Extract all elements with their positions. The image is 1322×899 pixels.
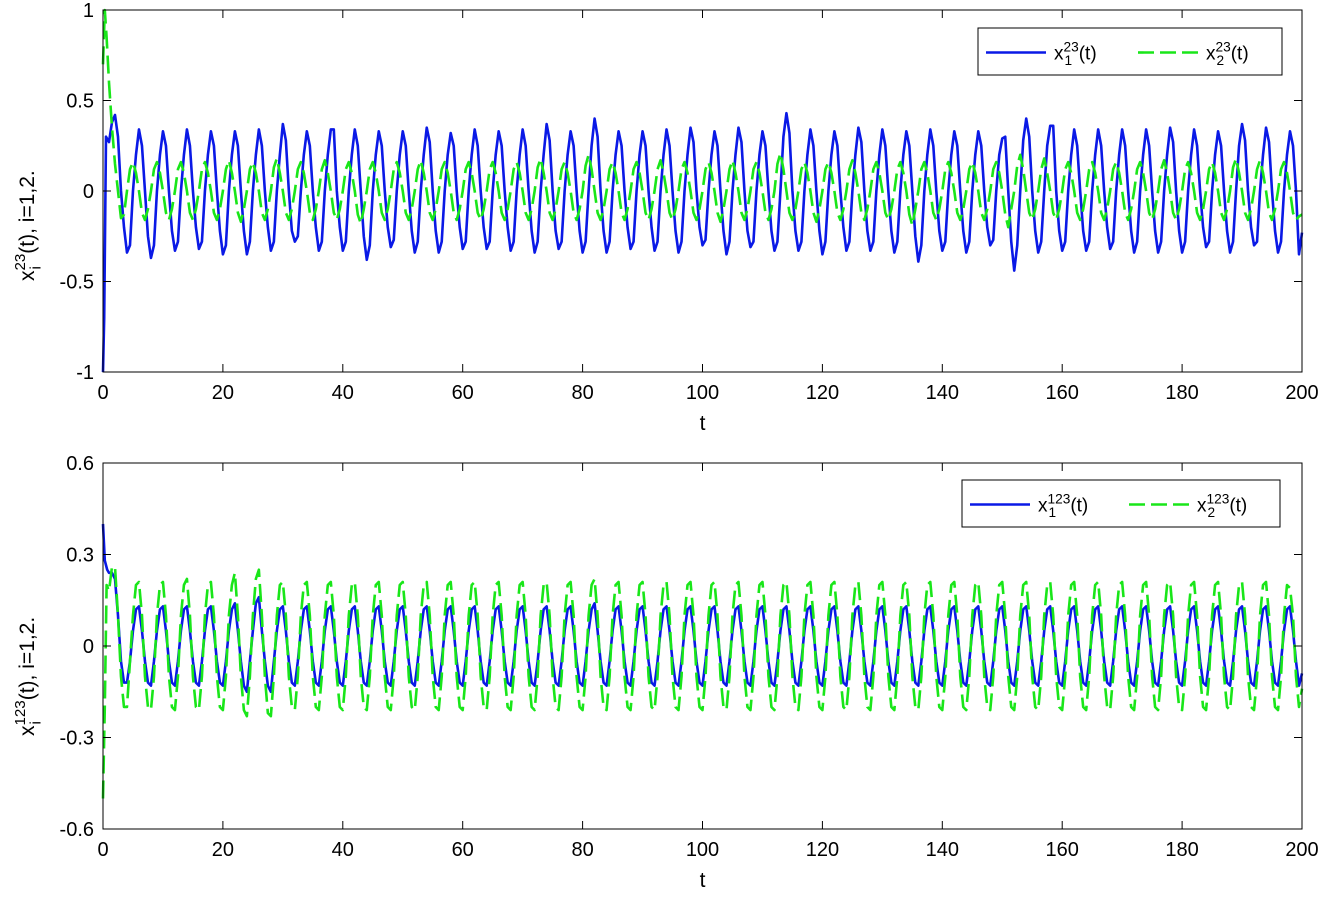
y-tick-label: -1: [76, 362, 94, 384]
y-axis-label: x123(t), i=1,2.i: [12, 617, 44, 736]
x-tick-label: 120: [806, 839, 839, 861]
svg-text:1: 1: [1049, 505, 1057, 520]
x-axis-label: t: [700, 412, 706, 435]
x-tick-label: 100: [686, 382, 719, 404]
x-tick-label: 200: [1285, 382, 1318, 404]
y-tick-label: -0.5: [60, 272, 94, 294]
y-tick-label: -0.6: [60, 819, 94, 841]
legend: x23(t)1 x23(t)2: [977, 27, 1283, 76]
x-tick-label: 160: [1046, 382, 1079, 404]
x-tick-label: 80: [571, 839, 593, 861]
x-tick-label: 80: [571, 382, 593, 404]
figure: 0 20 40 60 80 100 120 140 160 180 200-1-0.500.51tx…: [12, 0, 1319, 892]
x-tick-label: 180: [1165, 839, 1198, 861]
svg-text:i: i: [27, 721, 44, 724]
y-tick-label: 1: [83, 0, 94, 22]
svg-text:x123(t), i=1,2.: x123(t), i=1,2.: [12, 617, 39, 736]
x-tick-label: 60: [452, 839, 474, 861]
chart-panel-2: 0 20 40 60 80 100 120 140 160 180 200 -0.6 -0.3 0 0.3 0…: [12, 453, 1319, 892]
x-tick-label: 180: [1165, 382, 1198, 404]
y-tick-label: 0.5: [66, 91, 94, 113]
series-line-1: [101, 111, 1304, 373]
y-tick-label: -0.3: [60, 728, 94, 750]
svg-text:i: i: [27, 266, 44, 269]
x-axis-label: t: [700, 869, 706, 892]
x-tick-label: 0: [97, 382, 108, 404]
x-tick-label: 100: [686, 839, 719, 861]
x-tick-label: 140: [926, 839, 959, 861]
y-tick-label: 0: [83, 636, 94, 658]
y-axis-label: x23(t), i=1,2.i: [12, 170, 44, 281]
svg-text:1: 1: [1065, 53, 1073, 68]
x-tick-label: 40: [332, 382, 354, 404]
x-tick-label: 200: [1285, 839, 1318, 861]
x-tick-label: 20: [212, 839, 234, 861]
x-tick-label: 140: [926, 382, 959, 404]
x-tick-label: 120: [806, 382, 839, 404]
x-tick-label: 40: [332, 839, 354, 861]
y-tick-label: 0.3: [66, 545, 94, 567]
series-line-1: [101, 523, 1304, 694]
x-tick-label: 60: [452, 382, 474, 404]
legend: x123(t)1 x123(t)2: [961, 479, 1281, 528]
y-tick-label: 0.6: [66, 453, 94, 475]
x-tick-label: 0: [97, 839, 108, 861]
chart-panel-1: 0 20 40 60 80 100 120 140 160 180 200 -1 -0.5 0 0.5 1 t x…: [12, 0, 1319, 435]
y-tick-label: 0: [83, 181, 94, 203]
svg-text:2: 2: [1208, 505, 1216, 520]
x-tick-label: 160: [1046, 839, 1079, 861]
svg-text:x23(t), i=1,2.: x23(t), i=1,2.: [12, 170, 39, 281]
svg-text:2: 2: [1217, 53, 1225, 68]
x-tick-label: 20: [212, 382, 234, 404]
